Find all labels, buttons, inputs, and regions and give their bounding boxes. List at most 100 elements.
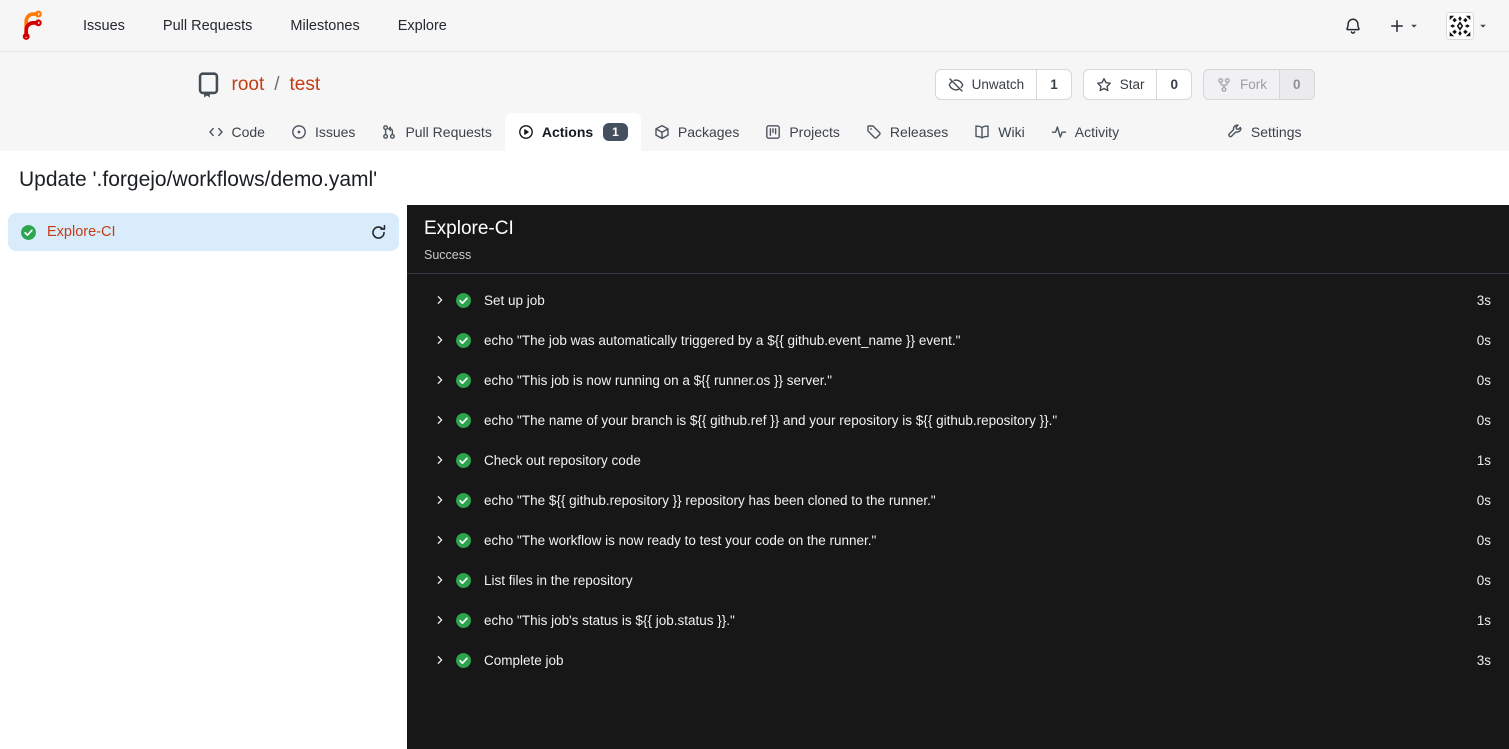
- step-row[interactable]: Complete job 3s: [407, 640, 1509, 680]
- step-duration: 3s: [1476, 652, 1491, 668]
- tab-wiki[interactable]: Wiki: [961, 113, 1037, 151]
- tab-label: Settings: [1250, 124, 1302, 140]
- tab-label: Pull Requests: [405, 124, 492, 140]
- create-new-button[interactable]: [1389, 18, 1419, 34]
- step-row[interactable]: echo "This job is now running on a ${{ r…: [407, 360, 1509, 400]
- tab-count-badge: 1: [603, 123, 628, 141]
- repo-name-link[interactable]: test: [290, 74, 321, 96]
- check-circle-icon: [455, 332, 472, 349]
- step-name: Set up job: [484, 292, 545, 308]
- check-circle-icon: [20, 224, 37, 241]
- fork-count: 0: [1278, 70, 1314, 99]
- repo-action-buttons: Unwatch 1 Star 0 Fork 0: [934, 69, 1315, 100]
- repo-book-icon: [195, 71, 222, 98]
- sidebar-job-explore-ci[interactable]: Explore-CI: [8, 213, 399, 251]
- issue-icon: [291, 124, 307, 140]
- forgejo-logo-icon[interactable]: [17, 10, 48, 41]
- step-row[interactable]: echo "This job's status is ${{ job.statu…: [407, 600, 1509, 640]
- chevron-right-icon[interactable]: [434, 454, 446, 466]
- tab-settings[interactable]: Settings: [1214, 113, 1315, 151]
- tab-pull-requests[interactable]: Pull Requests: [368, 113, 504, 151]
- main-content: Update '.forgejo/workflows/demo.yaml' Ex…: [0, 151, 1509, 749]
- top-navbar: Issues Pull Requests Milestones Explore: [0, 0, 1509, 52]
- chevron-right-icon[interactable]: [434, 614, 446, 626]
- tab-projects[interactable]: Projects: [752, 113, 853, 151]
- nav-link-issues[interactable]: Issues: [64, 0, 144, 51]
- play-icon: [518, 124, 534, 140]
- tag-icon: [866, 124, 882, 140]
- step-name: echo "This job is now running on a ${{ r…: [484, 372, 833, 388]
- star-button[interactable]: Star: [1084, 70, 1157, 99]
- tools-icon: [1227, 124, 1243, 140]
- tab-actions[interactable]: Actions 1: [504, 113, 641, 151]
- tab-releases[interactable]: Releases: [853, 113, 961, 151]
- chevron-right-icon[interactable]: [434, 294, 446, 306]
- star-count[interactable]: 0: [1156, 70, 1191, 99]
- navbar-right: [1344, 11, 1492, 40]
- chevron-down-icon: [1478, 21, 1488, 31]
- tab-issues[interactable]: Issues: [278, 113, 368, 151]
- fork-icon: [1216, 77, 1232, 93]
- job-panel-header: Explore-CI Success: [407, 205, 1509, 274]
- tab-label: Projects: [789, 124, 840, 140]
- check-circle-icon: [455, 652, 472, 669]
- step-name: Complete job: [484, 652, 564, 668]
- package-icon: [654, 124, 670, 140]
- nav-link-explore[interactable]: Explore: [379, 0, 466, 51]
- avatar: [1446, 11, 1474, 40]
- fork-button: Fork: [1204, 70, 1279, 99]
- refresh-icon[interactable]: [370, 224, 387, 241]
- check-circle-icon: [455, 532, 472, 549]
- tab-label: Wiki: [998, 124, 1025, 140]
- bell-icon[interactable]: [1344, 17, 1362, 35]
- step-name: echo "The workflow is now ready to test …: [484, 532, 877, 548]
- step-duration: 0s: [1476, 412, 1491, 428]
- chevron-right-icon[interactable]: [434, 374, 446, 386]
- job-status: Success: [424, 248, 472, 262]
- unwatch-button[interactable]: Unwatch: [936, 70, 1037, 99]
- chevron-right-icon[interactable]: [434, 574, 446, 586]
- step-duration: 1s: [1476, 612, 1491, 628]
- repo-tabs: Code Issues Pull Requests Actions 1 Packages P…: [195, 113, 1315, 151]
- tab-label: Packages: [677, 124, 740, 140]
- chevron-right-icon[interactable]: [434, 494, 446, 506]
- step-row[interactable]: echo "The name of your branch is ${{ git…: [407, 400, 1509, 440]
- chevron-right-icon[interactable]: [434, 414, 446, 426]
- step-duration: 0s: [1476, 532, 1491, 548]
- user-menu-button[interactable]: [1446, 11, 1488, 40]
- step-row[interactable]: echo "The workflow is now ready to test …: [407, 520, 1509, 560]
- step-row[interactable]: echo "The ${{ github.repository }} repos…: [407, 480, 1509, 520]
- unwatch-count[interactable]: 1: [1036, 70, 1071, 99]
- tab-activity[interactable]: Activity: [1038, 113, 1132, 151]
- star-icon: [1096, 77, 1112, 93]
- jobs-sidebar: Explore-CI: [0, 205, 407, 749]
- sidebar-job-name: Explore-CI: [47, 224, 116, 240]
- check-circle-icon: [455, 412, 472, 429]
- tab-code[interactable]: Code: [195, 113, 278, 151]
- code-icon: [208, 124, 224, 140]
- step-row[interactable]: List files in the repository 0s: [407, 560, 1509, 600]
- nav-link-milestones[interactable]: Milestones: [271, 0, 378, 51]
- star-label: Star: [1119, 77, 1145, 92]
- step-duration: 0s: [1476, 572, 1491, 588]
- step-name: echo "The job was automatically triggere…: [484, 332, 961, 348]
- step-row[interactable]: echo "The job was automatically triggere…: [407, 320, 1509, 360]
- tab-label: Code: [231, 124, 265, 140]
- repo-owner-link[interactable]: root: [232, 74, 265, 96]
- step-row[interactable]: Check out repository code 1s: [407, 440, 1509, 480]
- chevron-right-icon[interactable]: [434, 654, 446, 666]
- step-row[interactable]: Set up job 3s: [407, 280, 1509, 320]
- tab-packages[interactable]: Packages: [641, 113, 752, 151]
- tab-label: Releases: [889, 124, 949, 140]
- check-circle-icon: [455, 292, 472, 309]
- nav-link-pull-requests[interactable]: Pull Requests: [144, 0, 271, 51]
- step-name: echo "The name of your branch is ${{ git…: [484, 412, 1058, 428]
- chevron-right-icon[interactable]: [434, 534, 446, 546]
- chevron-right-icon[interactable]: [434, 334, 446, 346]
- navbar-links: Issues Pull Requests Milestones Explore: [64, 0, 466, 51]
- step-name: List files in the repository: [484, 572, 633, 588]
- unwatch-label: Unwatch: [971, 77, 1025, 92]
- step-duration: 0s: [1476, 332, 1491, 348]
- project-icon: [765, 124, 781, 140]
- job-steps-list: Set up job 3s echo "The job was automatica…: [407, 274, 1509, 680]
